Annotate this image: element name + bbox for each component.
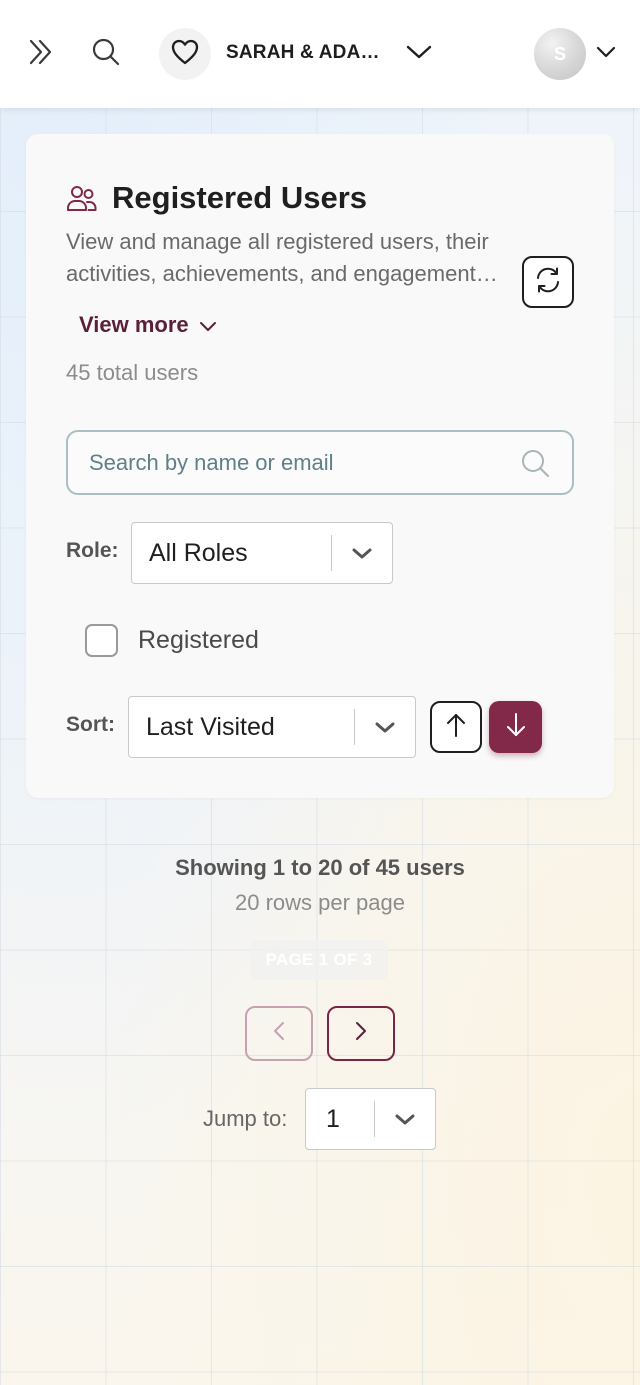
role-label: Role:: [66, 539, 119, 562]
next-page-button[interactable]: [327, 1006, 395, 1061]
double-chevron-right-icon: [25, 37, 55, 72]
sort-label: Sort:: [66, 713, 115, 736]
sort-select[interactable]: Last Visited: [128, 696, 416, 758]
chevron-down-icon: [332, 547, 392, 560]
jump-to-label: Jump to:: [203, 1106, 288, 1131]
sort-descending-button[interactable]: [489, 701, 542, 753]
users-icon: [66, 182, 98, 214]
heart-icon: [171, 39, 199, 70]
role-select[interactable]: All Roles: [131, 522, 393, 584]
role-select-value: All Roles: [149, 538, 248, 567]
total-users-count: 45 total users: [66, 360, 199, 385]
view-more-label: View more: [79, 312, 189, 337]
chevron-down-icon: [189, 312, 217, 338]
card-header: Registered Users: [66, 180, 367, 216]
search-icon: [91, 37, 121, 72]
event-title[interactable]: SARAH & ADAM'...: [226, 42, 391, 64]
sort-select-value: Last Visited: [146, 712, 275, 741]
search-icon: [520, 448, 552, 480]
sort-ascending-button[interactable]: [430, 701, 482, 753]
previous-page-button[interactable]: [245, 1006, 313, 1061]
chevron-right-icon: [354, 1020, 368, 1047]
arrow-up-icon: [445, 712, 467, 743]
arrow-down-icon: [505, 712, 527, 743]
event-switcher-button[interactable]: [402, 36, 436, 72]
registered-users-card: Registered Users View and manage all reg…: [26, 134, 614, 798]
results-summary: Showing 1 to 20 of 45 users: [175, 855, 465, 880]
refresh-button[interactable]: [522, 256, 574, 308]
jump-to-page-value: 1: [326, 1104, 340, 1133]
chevron-down-icon: [355, 721, 415, 734]
chevron-down-icon: [375, 1113, 435, 1126]
header-search-button[interactable]: [88, 36, 124, 72]
rows-per-page: 20 rows per page: [235, 890, 405, 915]
avatar[interactable]: S: [534, 28, 586, 80]
chevron-left-icon: [272, 1020, 286, 1047]
top-bar: SARAH & ADAM'... S: [0, 0, 640, 108]
page-title: Registered Users: [112, 180, 368, 215]
account-menu-button[interactable]: [592, 40, 620, 68]
search-field: [66, 430, 574, 495]
expand-sidebar-button[interactable]: [22, 36, 58, 72]
registered-filter[interactable]: Registered: [85, 624, 259, 657]
event-heart-button[interactable]: [159, 28, 211, 80]
registered-checkbox[interactable]: [85, 624, 118, 657]
chevron-down-icon: [596, 45, 616, 63]
search-input[interactable]: [89, 446, 509, 480]
page-indicator: PAGE 1 OF 3: [250, 940, 388, 980]
jump-to-page-select[interactable]: 1: [305, 1088, 436, 1150]
chevron-down-icon: [406, 44, 432, 65]
refresh-icon: [534, 266, 562, 299]
registered-checkbox-label: Registered: [138, 626, 259, 654]
view-more-toggle[interactable]: View more: [79, 312, 217, 338]
card-description: View and manage all registered users, th…: [66, 229, 489, 286]
